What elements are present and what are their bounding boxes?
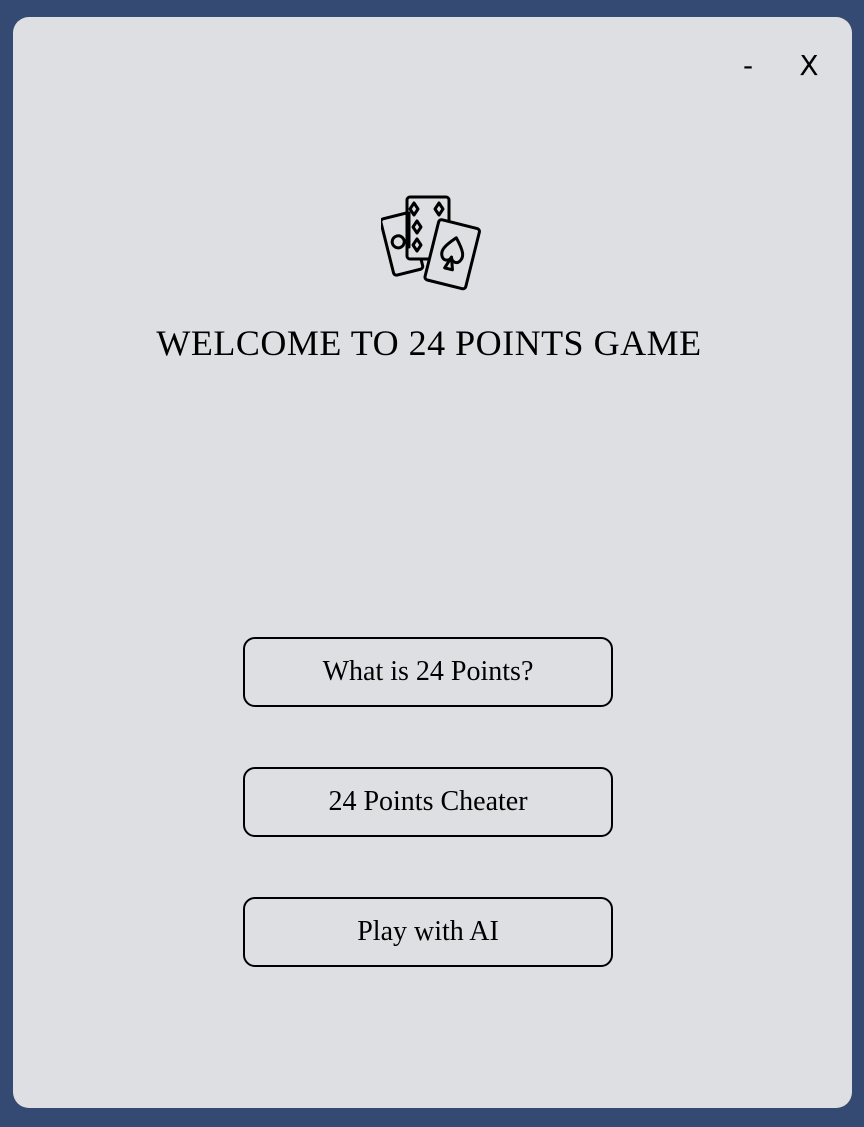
main-window: - X WELCOME TO 24 POINTS GAME What is 24… — [13, 17, 852, 1108]
page-title: WELCOME TO 24 POINTS GAME — [156, 323, 702, 363]
close-button[interactable]: X — [791, 47, 827, 83]
minimize-button[interactable]: - — [730, 47, 766, 83]
playing-cards-icon — [379, 195, 481, 291]
what-is-24-points-button[interactable]: What is 24 Points? — [243, 637, 613, 707]
24-points-cheater-button[interactable]: 24 Points Cheater — [243, 767, 613, 837]
play-with-ai-button[interactable]: Play with AI — [243, 897, 613, 967]
